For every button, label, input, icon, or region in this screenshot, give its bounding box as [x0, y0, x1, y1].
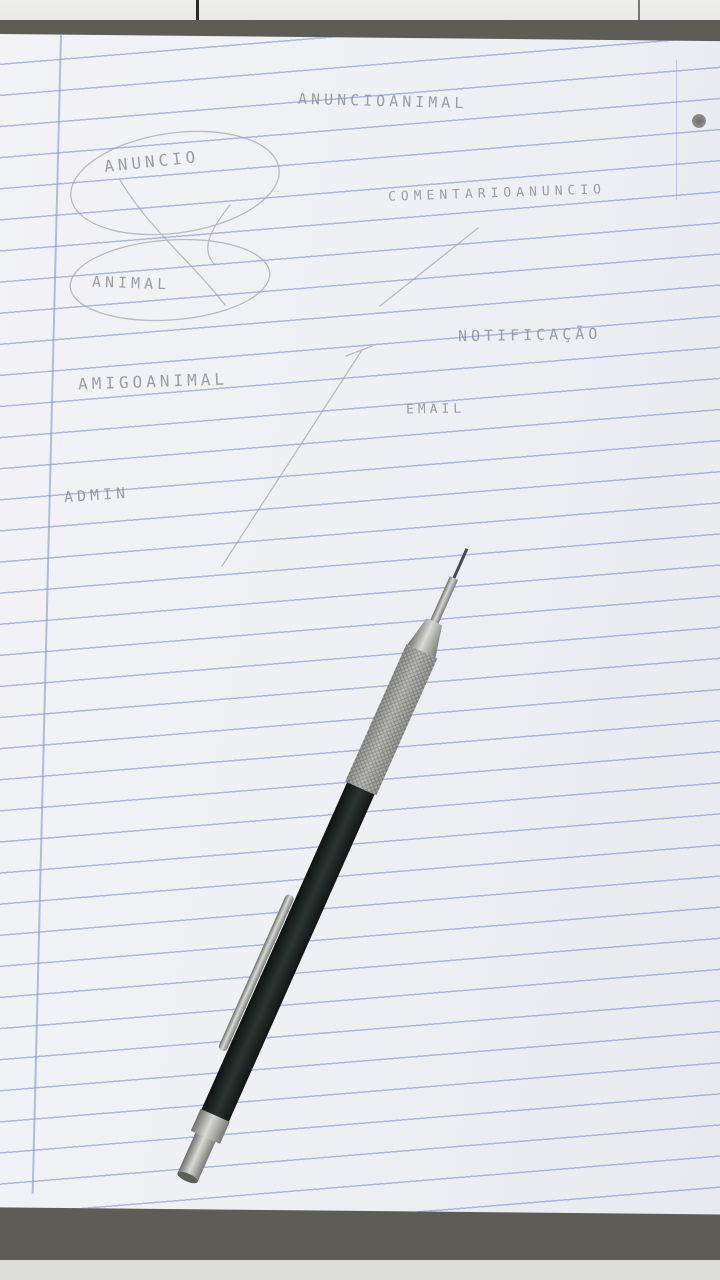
pencil-barrel	[200, 782, 375, 1124]
photo-scene: ANUNCIOANIMAL ANUNCIO COMENTARIOANUNCIO …	[0, 0, 720, 1280]
mechanical-pencil	[177, 548, 469, 1184]
pencil-sleeve	[430, 576, 459, 624]
pencil-lead	[451, 548, 469, 581]
